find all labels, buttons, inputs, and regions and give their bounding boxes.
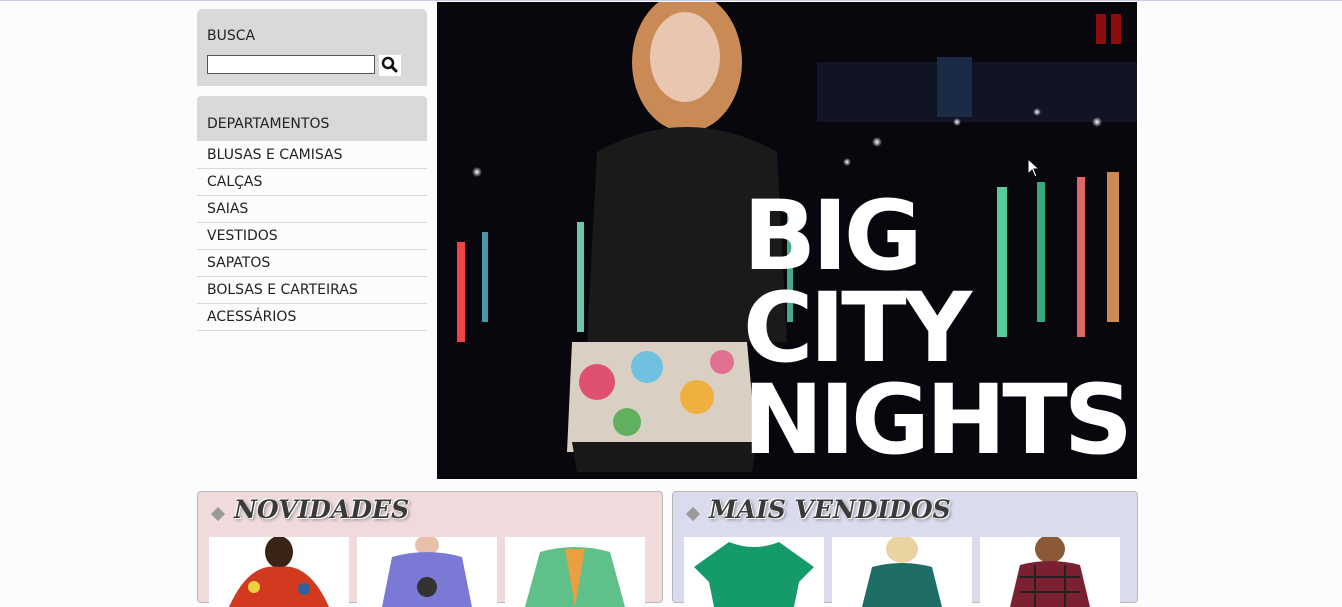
dept-item-sapatos[interactable]: SAPATOS	[197, 250, 427, 277]
product-image	[1010, 537, 1090, 607]
section-title-mais-vendidos: MAIS VENDIDOS	[709, 495, 951, 524]
banner-headline: BIG CITY NIGHTS	[743, 180, 1133, 476]
departments-header: DEPARTAMENTOS	[197, 96, 427, 141]
departments-list: BLUSAS E CAMISAS CALÇAS SAIAS VESTIDOS S…	[197, 142, 427, 331]
product-image	[525, 547, 625, 607]
dept-item-saias[interactable]: SAIAS	[197, 196, 427, 223]
section-novidades: NOVIDADES	[197, 491, 663, 607]
dept-item-acessorios[interactable]: ACESSÁRIOS	[197, 304, 427, 331]
product-image	[862, 537, 942, 607]
search-button[interactable]	[379, 55, 401, 76]
search-input[interactable]	[207, 55, 375, 74]
pause-icon[interactable]	[1096, 14, 1122, 44]
product-thumb[interactable]	[505, 537, 645, 607]
search-icon	[381, 56, 398, 73]
dept-item-blusas[interactable]: BLUSAS E CAMISAS	[197, 142, 427, 169]
dept-item-vestidos[interactable]: VESTIDOS	[197, 223, 427, 250]
dept-item-bolsas[interactable]: BOLSAS E CARTEIRAS	[197, 277, 427, 304]
banner-line-3: NIGHTS	[743, 364, 1133, 476]
diamond-icon	[210, 506, 226, 522]
product-thumb[interactable]	[980, 537, 1120, 607]
diamond-icon	[685, 506, 701, 522]
search-title: BUSCA	[207, 28, 256, 44]
section-mais-vendidos: MAIS VENDIDOS	[672, 491, 1138, 607]
product-thumb[interactable]	[357, 537, 497, 607]
departments-title: DEPARTAMENTOS	[207, 116, 330, 132]
section-title-novidades: NOVIDADES	[234, 495, 410, 524]
mouse-cursor-icon	[1027, 158, 1041, 178]
banner-line-1: BIG	[743, 180, 923, 292]
dept-item-calcas[interactable]: CALÇAS	[197, 169, 427, 196]
product-thumb[interactable]	[832, 537, 972, 607]
product-image	[229, 537, 329, 607]
hero-banner[interactable]: BIG CITY NIGHTS	[437, 2, 1137, 479]
banner-line-2: CITY	[743, 272, 972, 384]
product-image	[694, 542, 814, 607]
product-image	[382, 537, 472, 607]
search-box: BUSCA	[197, 9, 427, 86]
product-thumb[interactable]	[209, 537, 349, 607]
product-thumb[interactable]	[684, 537, 824, 607]
